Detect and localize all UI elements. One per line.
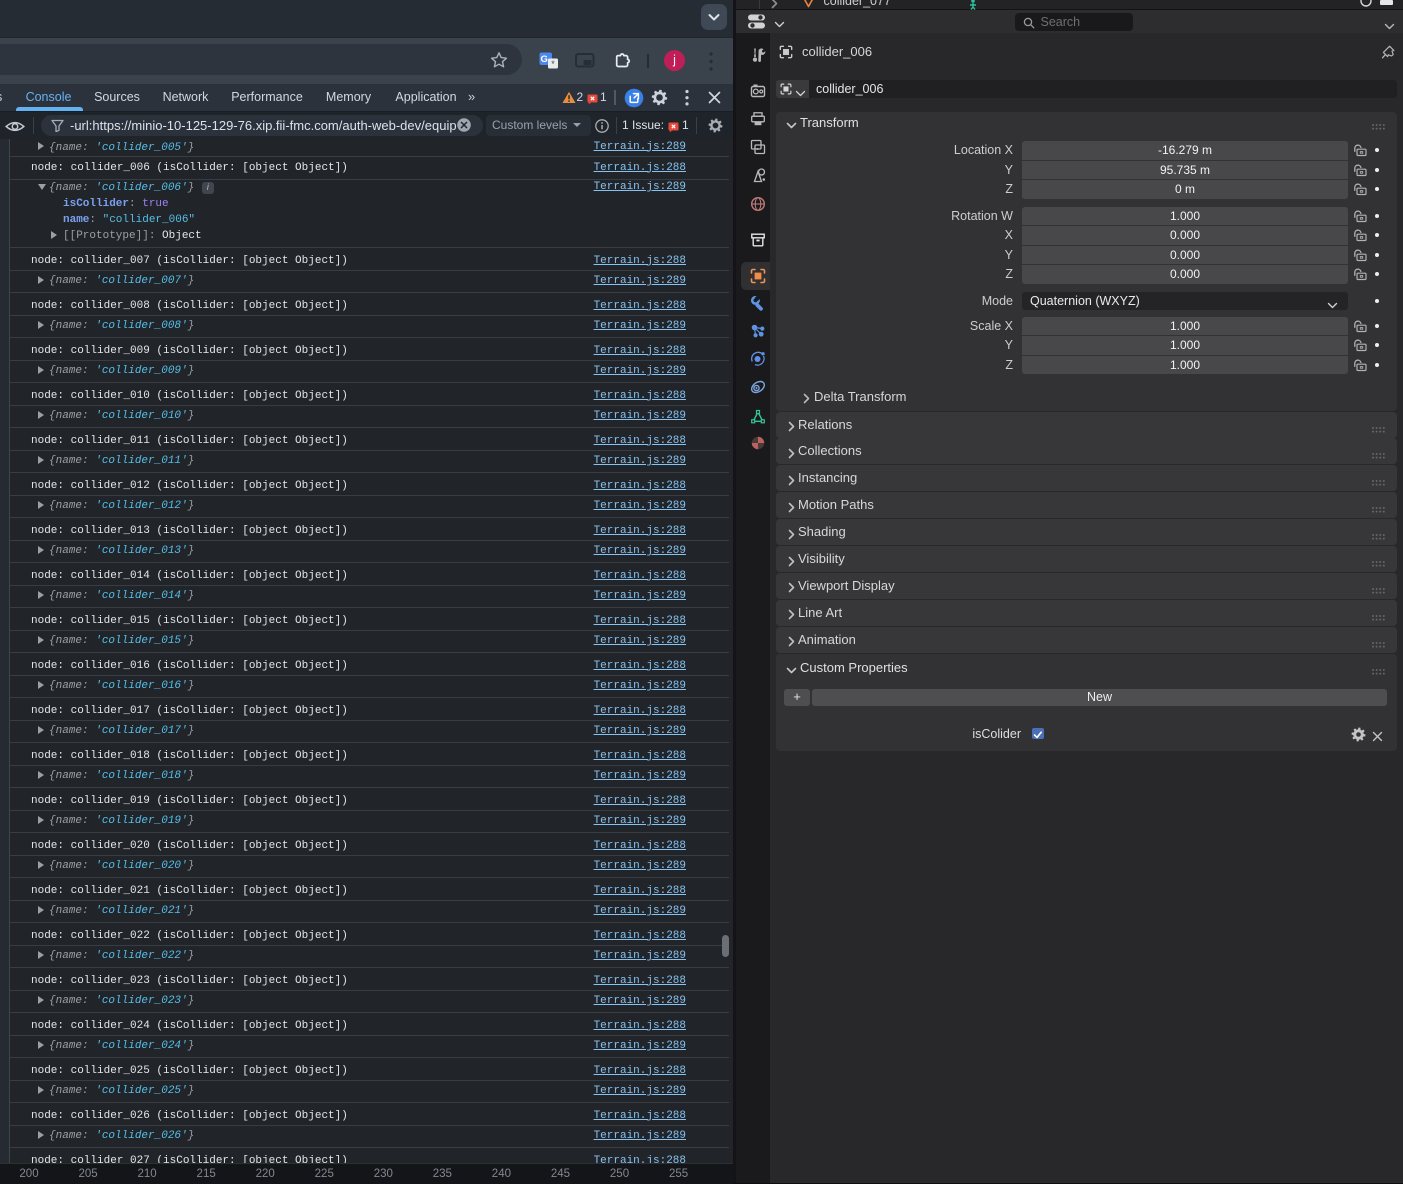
svg-text:G: G: [541, 54, 548, 65]
svg-text:*: *: [551, 59, 555, 69]
